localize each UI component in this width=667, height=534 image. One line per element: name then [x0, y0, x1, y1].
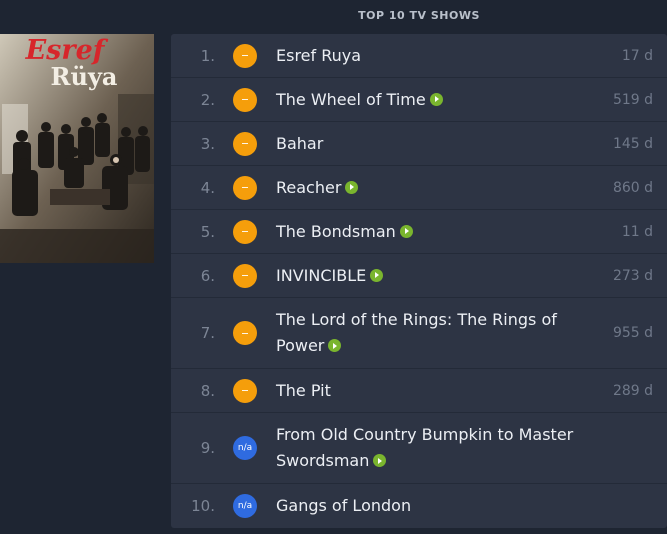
show-title-text[interactable]: Esref Ruya [276, 46, 361, 65]
list-item[interactable]: 2. The Wheel of Time 519 d [171, 78, 667, 122]
rating-badge: n/a [233, 494, 257, 518]
rank-number: 8. [200, 381, 215, 400]
list-item[interactable]: 9. n/a From Old Country Bumpkin to Master … [171, 413, 667, 484]
list-item[interactable]: 1. Esref Ruya 17 d [171, 34, 667, 78]
list-item[interactable]: 10. n/a Gangs of London [171, 484, 667, 528]
days-count: 273 d [612, 267, 653, 284]
show-title[interactable]: From Old Country Bumpkin to Master Sword… [276, 422, 593, 474]
show-title[interactable]: Esref Ruya [276, 43, 593, 69]
featured-poster[interactable]: Esref Rüya [0, 34, 154, 263]
rating-badge [233, 321, 257, 345]
rank-number: 10. [191, 497, 215, 515]
play-icon[interactable] [373, 454, 387, 467]
list-item[interactable]: 7. The Lord of the Rings: The Rings of Po… [171, 298, 667, 369]
poster-logo: Esref Rüya [25, 35, 118, 91]
show-title-text[interactable]: The Pit [276, 381, 331, 400]
days-count: 17 d [621, 47, 653, 64]
rank-number: 7. [200, 324, 215, 342]
rank-number: 6. [200, 266, 215, 285]
show-title[interactable]: Reacher [276, 175, 593, 201]
show-title-text[interactable]: Bahar [276, 134, 323, 153]
show-title-text[interactable]: Reacher [276, 178, 341, 197]
list-item[interactable]: 5. The Bondsman 11 d [171, 210, 667, 254]
rank-number: 9. [200, 439, 215, 457]
show-title[interactable]: The Bondsman [276, 219, 593, 245]
rank-number: 2. [200, 90, 215, 109]
list-item[interactable]: 6. INVINCIBLE 273 d [171, 254, 667, 298]
show-title-text[interactable]: INVINCIBLE [276, 266, 366, 285]
show-title[interactable]: The Lord of the Rings: The Rings of Powe… [276, 307, 593, 359]
rank-number: 5. [200, 222, 215, 241]
show-title[interactable]: The Wheel of Time [276, 87, 593, 113]
list-item[interactable]: 8. The Pit 289 d [171, 369, 667, 413]
show-title-text[interactable]: The Lord of the Rings: The Rings of Powe… [276, 310, 557, 355]
rank-number: 4. [200, 178, 215, 197]
section-heading: TOP 10 TV SHOWS [358, 9, 480, 22]
days-count: 860 d [612, 179, 653, 196]
days-count: 955 d [612, 325, 653, 341]
rating-badge [233, 263, 257, 288]
show-title-text[interactable]: The Bondsman [276, 222, 396, 241]
days-count: 519 d [612, 91, 653, 108]
play-icon[interactable] [328, 339, 342, 352]
rank-number: 3. [200, 134, 215, 153]
play-icon[interactable] [399, 224, 413, 238]
play-icon[interactable] [429, 92, 443, 106]
days-count: 11 d [621, 223, 653, 240]
days-count: 145 d [612, 135, 653, 152]
rating-badge [233, 87, 257, 112]
list-item[interactable]: 4. Reacher 860 d [171, 166, 667, 210]
rating-badge [233, 43, 257, 68]
list-item[interactable]: 3. Bahar 145 d [171, 122, 667, 166]
days-count: 289 d [612, 382, 653, 399]
show-title[interactable]: Bahar [276, 131, 593, 157]
rating-badge [233, 219, 257, 244]
rating-badge: n/a [233, 436, 257, 460]
play-icon[interactable] [370, 268, 384, 282]
top-shows-list: 1. Esref Ruya 17 d 2. The Wheel of Time 519 d… [171, 34, 667, 528]
show-title-text[interactable]: From Old Country Bumpkin to Master Sword… [276, 425, 573, 470]
rank-number: 1. [200, 46, 215, 65]
show-title[interactable]: The Pit [276, 378, 593, 404]
show-title[interactable]: Gangs of London [276, 493, 593, 519]
show-title-text[interactable]: The Wheel of Time [276, 90, 426, 109]
rating-badge [233, 378, 257, 403]
rating-badge [233, 175, 257, 200]
show-title-text[interactable]: Gangs of London [276, 496, 411, 515]
show-title[interactable]: INVINCIBLE [276, 263, 593, 289]
rating-badge [233, 131, 257, 156]
play-icon[interactable] [345, 180, 359, 194]
